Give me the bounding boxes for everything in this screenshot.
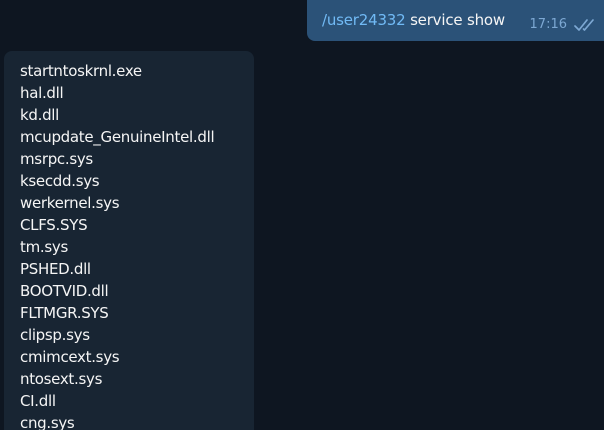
service-list-item: kd.dll bbox=[20, 106, 60, 124]
service-list-item: FLTMGR.SYS bbox=[20, 304, 109, 322]
command-link[interactable]: /user24332 bbox=[322, 11, 406, 29]
double-check-read-icon bbox=[574, 18, 594, 31]
incoming-message-bubble[interactable]: startntoskrnl.exe hal.dll kd.dll mcupdate_G… bbox=[4, 51, 254, 430]
service-list-item: tm.sys bbox=[20, 238, 68, 256]
service-list-item: BOOTVID.dll bbox=[20, 282, 109, 300]
service-list-item: cmimcext.sys bbox=[20, 348, 120, 366]
service-list-item: ksecdd.sys bbox=[20, 172, 100, 190]
message-time: 17:16 bbox=[529, 17, 567, 32]
service-list-item: ntosext.sys bbox=[20, 370, 103, 388]
service-list-item: PSHED.dll bbox=[20, 260, 91, 278]
service-list-item: CLFS.SYS bbox=[20, 216, 88, 234]
service-list: startntoskrnl.exe hal.dll kd.dll mcupdate_G… bbox=[20, 60, 254, 430]
outgoing-message-bubble[interactable]: /user24332 service show 17:16 bbox=[307, 0, 604, 41]
service-list-item: mcupdate_GenuineIntel.dll bbox=[20, 128, 215, 146]
service-list-item: werkernel.sys bbox=[20, 194, 120, 212]
chat-history[interactable]: /user24332 service show 17:16 startntosk… bbox=[0, 0, 604, 430]
message-body: service show bbox=[405, 11, 505, 29]
service-list-item: startntoskrnl.exe bbox=[20, 62, 142, 80]
service-list-item: msrpc.sys bbox=[20, 150, 93, 168]
service-list-item: CI.dll bbox=[20, 392, 56, 410]
service-list-item: cng.sys bbox=[20, 414, 75, 430]
service-list-item: hal.dll bbox=[20, 84, 64, 102]
message-meta: 17:16 bbox=[530, 17, 598, 32]
service-list-item: clipsp.sys bbox=[20, 326, 90, 344]
outgoing-message-text: /user24332 service show bbox=[322, 11, 505, 29]
